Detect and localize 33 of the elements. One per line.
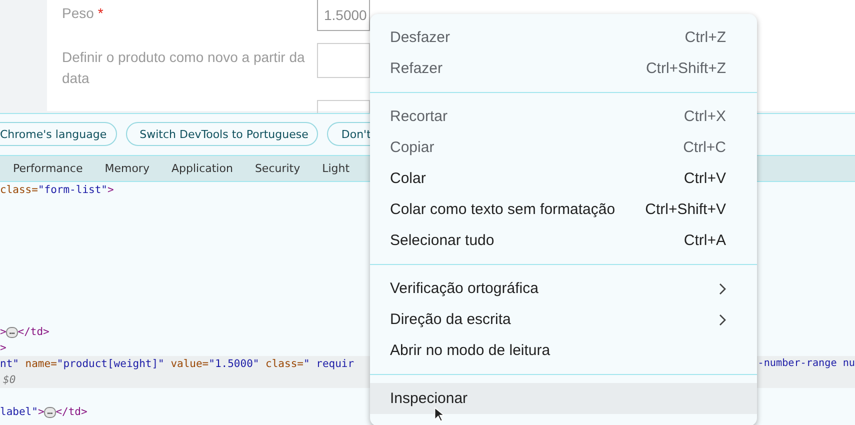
- mouse-cursor-icon: [434, 407, 444, 422]
- infobar-button[interactable]: Switch DevTools to Portuguese: [126, 122, 318, 146]
- panel-tab[interactable]: Application: [171, 156, 233, 181]
- field-label: Definir o produto como novo a partir da data: [62, 49, 305, 86]
- shortcut-label: Ctrl+Shift+Z: [646, 60, 726, 77]
- code-line: class="form-list">: [0, 183, 114, 198]
- menu-item[interactable]: Selecionar tudo Ctrl+A: [370, 225, 757, 256]
- menu-item[interactable]: Colar como texto sem formatação Ctrl+Shift+V: [370, 194, 757, 225]
- input-field[interactable]: [317, 43, 370, 78]
- menu-item[interactable]: Verificação ortográfica: [370, 273, 757, 304]
- shortcut-label: Ctrl+X: [684, 108, 726, 125]
- field-label: Peso *: [62, 5, 104, 21]
- menu-item[interactable]: Direção da escrita: [370, 304, 757, 335]
- panel-tab[interactable]: Performance: [13, 156, 83, 181]
- code-line: nt" name="product[weight]" value="1.5000" class=" requir: [0, 357, 354, 372]
- chevron-right-icon: [718, 314, 726, 326]
- shortcut-label: Ctrl+V: [684, 170, 726, 187]
- chevron-right-icon: [718, 282, 726, 294]
- panel-tab[interactable]: Memory: [104, 156, 150, 181]
- code-line: > … </td>: [0, 325, 50, 340]
- code-line: -number-range nu: [758, 357, 855, 371]
- code-line: >: [0, 341, 6, 356]
- shortcut-label: Ctrl+Z: [684, 29, 726, 46]
- panel-tab[interactable]: Light: [322, 156, 350, 181]
- menu-item[interactable]: Abrir no modo de leitura: [370, 335, 757, 366]
- shortcut-label: Ctrl+Shift+V: [645, 201, 726, 218]
- panel-tab[interactable]: Security: [254, 156, 300, 181]
- infobar-button[interactable]: Chrome's language: [0, 122, 117, 146]
- shortcut-label: Ctrl+A: [684, 232, 726, 249]
- code-line: label"> … </td>: [0, 405, 88, 420]
- console-reference: $0: [2, 374, 16, 386]
- shortcut-label: Ctrl+C: [683, 139, 726, 156]
- menu-item[interactable]: Colar Ctrl+V: [370, 163, 757, 194]
